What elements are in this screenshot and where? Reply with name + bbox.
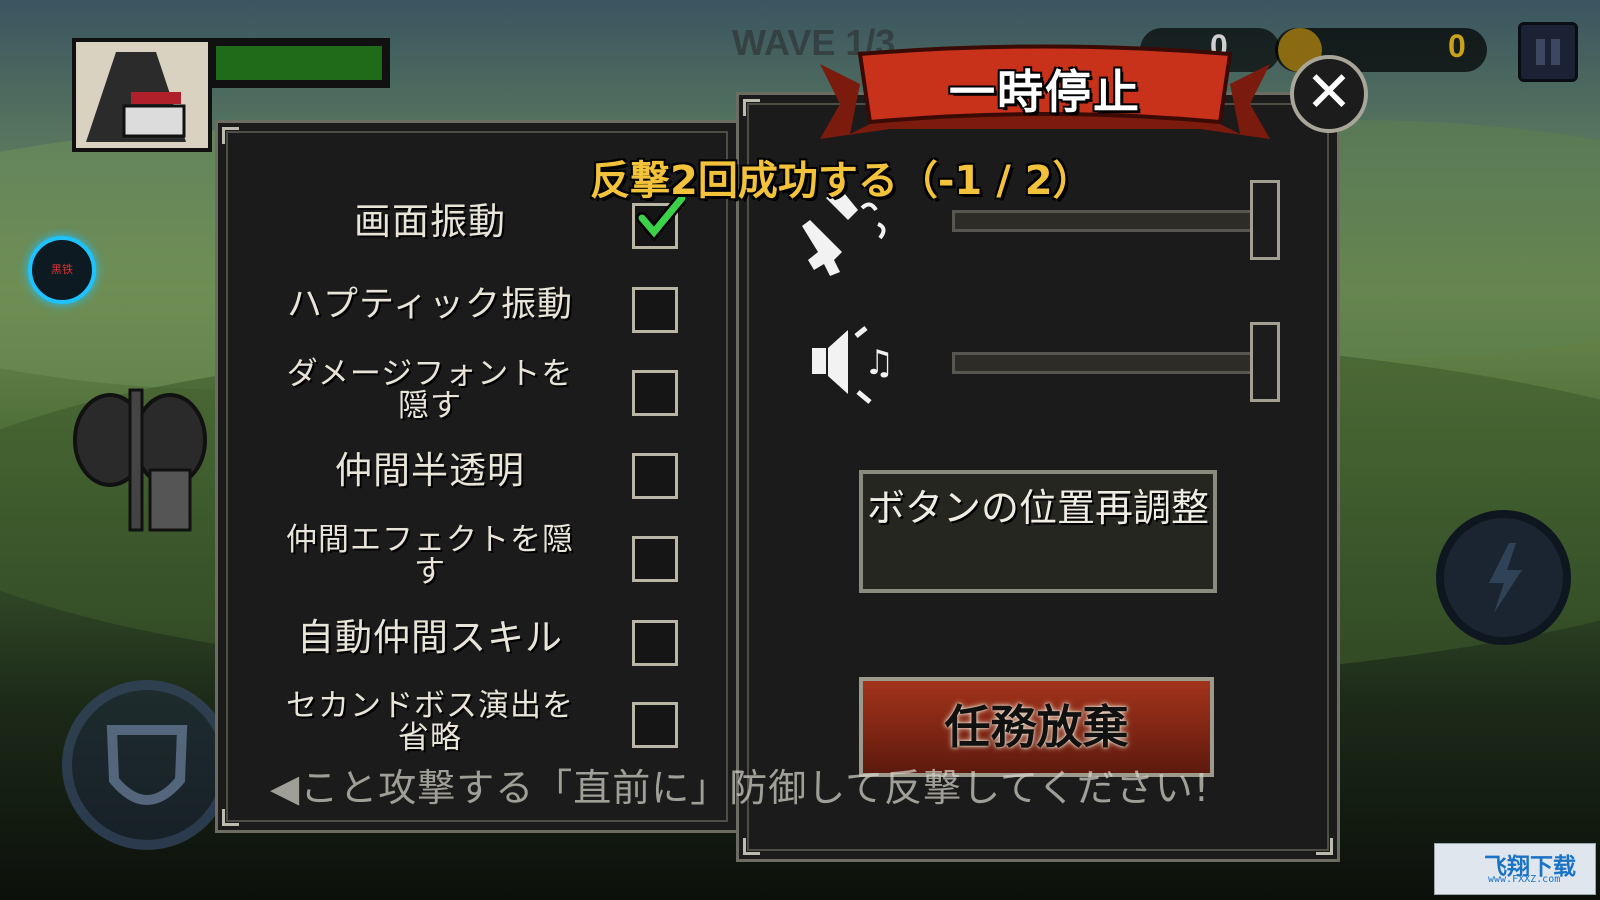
pause-button[interactable] (1518, 22, 1578, 82)
hp-bar (208, 38, 390, 88)
music-volume-track[interactable] (952, 352, 1262, 374)
checkbox-ally-translucent[interactable] (632, 453, 678, 499)
checkbox-haptic[interactable] (632, 287, 678, 333)
option-label-auto-ally-skill: 自動仲間スキル (297, 616, 563, 659)
mission-objective: 反撃2回成功する（-1 / 2） (590, 158, 1093, 204)
adjust-button-position-button[interactable]: ボタンの位置再調整 (859, 470, 1217, 593)
sfx-volume-knob[interactable] (1250, 180, 1280, 260)
svg-text:♫: ♫ (864, 343, 894, 383)
pause-icon (1536, 39, 1560, 65)
tutorial-hint: ◀こと攻撃する「直前に」防御して反撃してください! (270, 766, 1211, 810)
music-volume-knob[interactable] (1250, 322, 1280, 402)
checkbox-hide-damage-font[interactable] (632, 370, 678, 416)
checkbox-skip-second-boss[interactable] (632, 702, 678, 748)
pause-title: 一時停止 (949, 65, 1141, 119)
shield-defend-button[interactable] (62, 680, 232, 850)
knight-character (70, 380, 210, 540)
checkbox-screen-shake[interactable] (632, 192, 686, 249)
ally-skill-button[interactable]: 黑铁 (28, 236, 96, 304)
lightning-skill-button[interactable] (1436, 510, 1571, 645)
gold-counter-value: 0 (1448, 28, 1466, 64)
close-icon: ✕ (1305, 60, 1353, 125)
option-label-ally-translucent: 仲間半透明 (335, 449, 525, 492)
music-speaker-icon: ♫ (806, 314, 916, 414)
lightning-icon (1489, 543, 1522, 613)
shield-icon (106, 725, 188, 805)
option-label-hide-damage-font: ダメージフォントを隠す (286, 356, 574, 424)
hp-fill (216, 46, 382, 80)
checkbox-hide-ally-effects[interactable] (632, 536, 678, 582)
close-button[interactable]: ✕ (1290, 55, 1368, 133)
option-label-screen-shake: 画面振動 (354, 200, 506, 243)
checkbox-auto-ally-skill[interactable] (632, 620, 678, 666)
option-label-skip-second-boss: セカンドボス演出を省略 (286, 688, 574, 756)
sfx-volume-track[interactable] (952, 210, 1262, 232)
option-label-hide-ally-effects: 仲間エフェクトを隠す (286, 522, 574, 590)
option-label-haptic: ハプティック振動 (287, 285, 573, 325)
watermark-url: www.FXXZ.com (1488, 874, 1561, 885)
player-portrait (72, 38, 212, 152)
